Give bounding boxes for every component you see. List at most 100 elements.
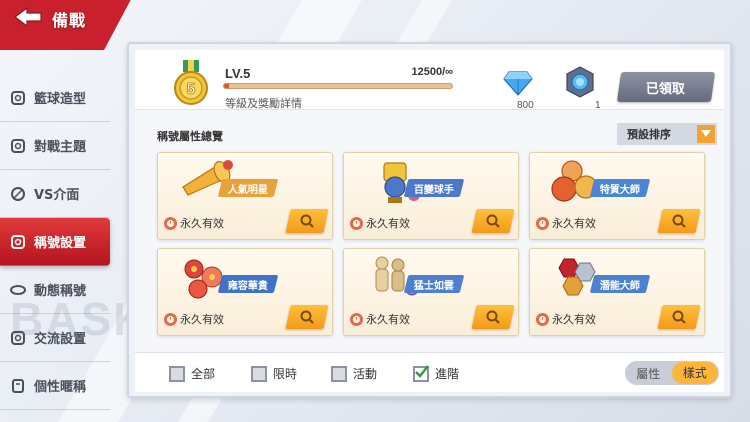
view-title-button[interactable] [285, 209, 329, 233]
title-card[interactable]: 猛士如雲 永久有效 [343, 248, 519, 336]
sidebar-item-label: VS介面 [34, 188, 80, 203]
toggle-attribute[interactable]: 屬性 [625, 365, 672, 382]
sidebar-item-label: 稱號設置 [34, 236, 87, 251]
magnifier-icon [300, 310, 314, 324]
exp-progress-fill [224, 84, 229, 88]
clock-icon [350, 216, 363, 230]
validity-text: 永久有效 [180, 313, 224, 326]
title-banner: 特質大師 [589, 179, 651, 197]
title-banner: 猛士如雲 [403, 275, 465, 293]
filter-all[interactable]: 全部 [169, 365, 215, 382]
clock-icon [350, 312, 363, 326]
claimed-button[interactable]: 已領取 [616, 72, 716, 102]
validity: 永久有效 [164, 311, 224, 327]
clock-icon [536, 312, 549, 326]
sort-dropdown[interactable]: 預設排序 [617, 123, 717, 145]
filter-limited[interactable]: 限時 [251, 365, 297, 382]
view-title-button[interactable] [285, 305, 329, 329]
view-title-button[interactable] [471, 305, 515, 329]
title-card[interactable]: 潛能大師 永久有效 [529, 248, 705, 336]
view-title-button[interactable] [657, 209, 701, 233]
clock-icon [536, 216, 549, 230]
title-banner: 雍容華貴 [217, 275, 279, 293]
sidebar-item-battle-theme[interactable]: 對戰主題 [0, 122, 110, 170]
check-icon [415, 364, 429, 378]
back-button[interactable] [10, 4, 46, 30]
clock-icon [164, 216, 177, 230]
sidebar: 籃球造型 對戰主題 VS介面 稱號設置 動態稱號 交流設置 個性暱稱 [0, 74, 110, 410]
validity: 永久有效 [536, 215, 596, 231]
vs-icon [10, 186, 26, 202]
filter-label: 全部 [191, 367, 216, 381]
page-title: 備戰 [52, 11, 87, 30]
sidebar-item-dynamic-title[interactable]: 動態稱號 [0, 266, 110, 314]
diamond-count: 800 [517, 100, 534, 111]
checkbox[interactable] [169, 365, 185, 382]
title-card[interactable]: 雍容華貴 永久有效 [157, 248, 333, 336]
validity: 永久有效 [350, 215, 410, 231]
sidebar-item-label: 對戰主題 [34, 140, 87, 155]
chevron-down-icon [697, 125, 715, 143]
validity-text: 永久有效 [366, 313, 410, 326]
sidebar-item-basketball-skin[interactable]: 籃球造型 [0, 74, 110, 122]
title-name: 特質大師 [600, 184, 640, 196]
magnifier-icon [486, 310, 500, 324]
title-card[interactable]: 人氣明星 永久有效 [157, 152, 333, 240]
view-toggle[interactable]: 屬性 樣式 [625, 361, 719, 385]
nickname-icon [10, 378, 26, 394]
validity-text: 永久有效 [552, 217, 596, 230]
magnifier-icon [672, 214, 686, 228]
validity-text: 永久有效 [366, 217, 410, 230]
exp-text: 12500/∞ [411, 66, 454, 78]
level-bar: 5 LV.5 12500/∞ 等級及獎勵詳情 800 1 已領取 [135, 50, 724, 111]
title-banner: 人氣明星 [217, 179, 279, 197]
title-card[interactable]: 百變球手 永久有效 [343, 152, 519, 240]
title-card-grid: 人氣明星 永久有效 百變球手 永久有效 特質大師 永久有效 雍容華貴 永久有效 … [135, 152, 728, 348]
filter-event[interactable]: 活動 [331, 365, 377, 382]
token-icon [566, 66, 594, 98]
checkbox[interactable] [331, 365, 347, 382]
checkbox-checked[interactable] [413, 364, 429, 382]
theme-icon [10, 138, 26, 154]
sidebar-item-chat-settings[interactable]: 交流設置 [0, 314, 110, 362]
magnifier-icon [672, 310, 686, 324]
filter-advanced[interactable]: 進階 [413, 364, 460, 382]
diamond-icon [503, 71, 533, 96]
back-arrow-icon [14, 6, 42, 28]
view-title-button[interactable] [657, 305, 701, 329]
validity: 永久有效 [536, 311, 596, 327]
level-reward-details-link[interactable]: 等級及獎勵詳情 [225, 95, 302, 111]
validity-text: 永久有效 [180, 217, 224, 230]
title-name: 百變球手 [414, 184, 454, 196]
title-card[interactable]: 特質大師 永久有效 [529, 152, 705, 240]
toggle-style[interactable]: 樣式 [671, 362, 718, 384]
token-count: 1 [595, 100, 601, 111]
exp-progress-bar [223, 83, 453, 89]
sort-label: 預設排序 [627, 128, 671, 141]
title-icon [10, 234, 26, 250]
validity: 永久有效 [350, 311, 410, 327]
view-title-button[interactable] [471, 209, 515, 233]
sidebar-item-label: 交流設置 [34, 332, 87, 347]
validity: 永久有效 [164, 215, 224, 231]
sidebar-item-label: 個性暱稱 [34, 380, 87, 395]
sidebar-item-title-settings[interactable]: 稱號設置 [0, 218, 110, 266]
sidebar-item-vs-interface[interactable]: VS介面 [0, 170, 110, 218]
top-bar: 備戰 [0, 0, 160, 34]
filter-label: 限時 [273, 367, 298, 381]
level-label: LV.5 [225, 66, 251, 81]
magnifier-icon [486, 214, 500, 228]
title-banner: 百變球手 [403, 179, 465, 197]
checkbox[interactable] [251, 365, 267, 382]
sidebar-item-nickname[interactable]: 個性暱稱 [0, 362, 110, 410]
filter-label: 進階 [435, 367, 460, 381]
level-medal-icon: 5 [174, 60, 208, 105]
title-name: 人氣明星 [228, 184, 268, 196]
sidebar-item-label: 籃球造型 [34, 92, 87, 107]
title-name: 雍容華貴 [228, 280, 268, 292]
basketball-icon [10, 90, 26, 106]
panel-inner: 5 LV.5 12500/∞ 等級及獎勵詳情 800 1 已領取 稱號屬性總覽 … [135, 50, 724, 392]
title-name: 猛士如雲 [414, 280, 454, 292]
dynamic-title-icon [10, 282, 26, 298]
overview-title: 稱號屬性總覽 [157, 130, 223, 143]
